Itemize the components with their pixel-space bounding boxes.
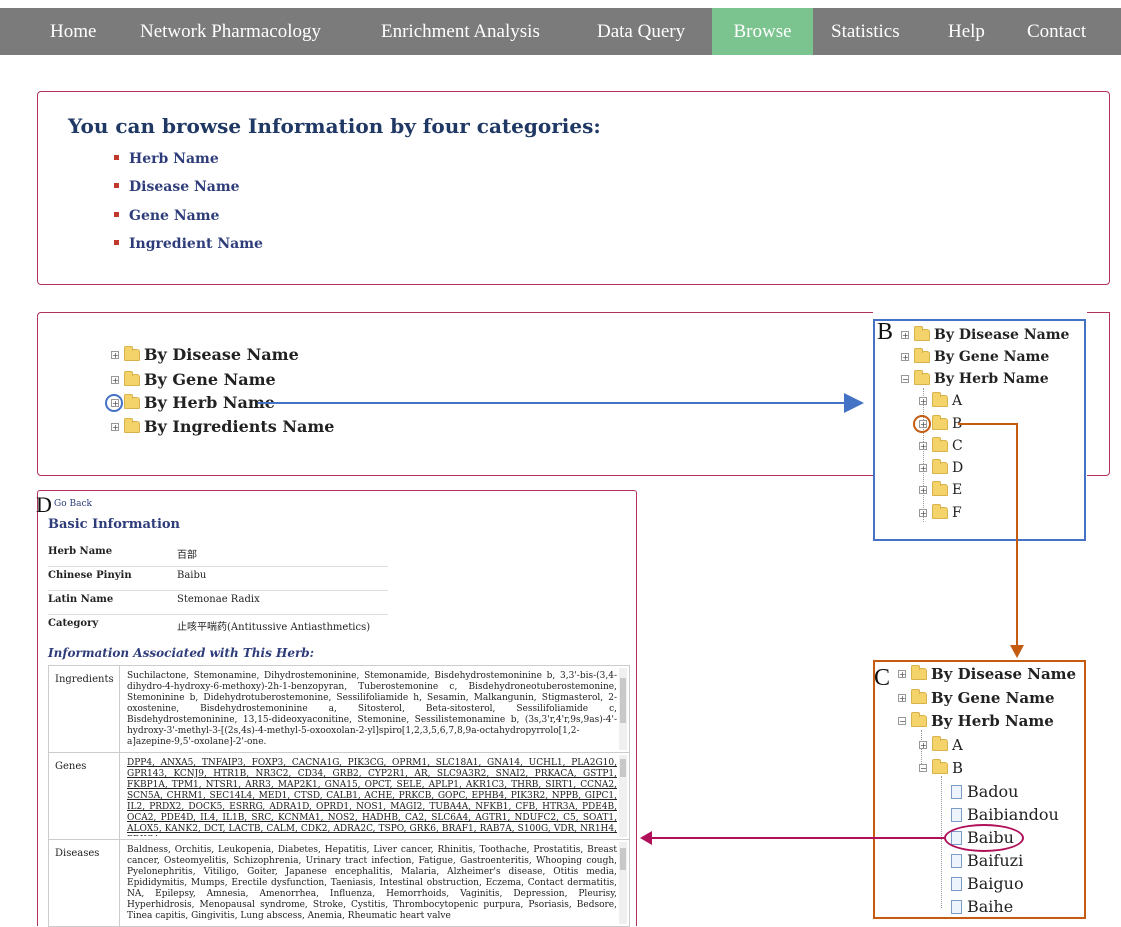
- scrollbar[interactable]: [619, 755, 627, 837]
- field-row-herb-name: Herb Name 百部: [48, 542, 388, 567]
- basic-info-title: Basic Information: [48, 517, 180, 532]
- field-row-category: Category 止咳平喘药(Antitussive Antiasthmetic…: [48, 614, 388, 638]
- assoc-row-ingredients: Ingredients Suchilactone, Stemonamine, D…: [49, 666, 629, 753]
- field-key: Category: [48, 618, 99, 629]
- field-value: 百部: [177, 550, 197, 561]
- assoc-row-diseases: Diseases Baldness, Orchitis, Leukopenia,…: [49, 840, 629, 926]
- assoc-title: Information Associated with This Herb:: [48, 646, 315, 660]
- scrollbar-thumb[interactable]: [620, 848, 626, 870]
- assoc-key: Genes: [55, 761, 87, 772]
- scrollbar-thumb[interactable]: [620, 759, 626, 777]
- assoc-value: Baldness, Orchitis, Leukopenia, Diabetes…: [127, 845, 617, 921]
- field-value: 止咳平喘药(Antitussive Antiasthmetics): [177, 622, 371, 633]
- arrow-orange-head: [1010, 645, 1024, 658]
- arrow-orange: [958, 423, 1018, 650]
- field-key: Chinese Pinyin: [48, 570, 132, 581]
- field-value: Stemonae Radix: [177, 594, 260, 605]
- panel-letter-d: D: [36, 492, 52, 517]
- assoc-table: Ingredients Suchilactone, Stemonamine, D…: [48, 665, 630, 927]
- field-value: Baibu: [177, 570, 207, 581]
- scrollbar[interactable]: [619, 842, 627, 924]
- assoc-row-genes: Genes DPP4, ANXA5, TNFAIP3, FOXP3, CACNA…: [49, 753, 629, 840]
- arrow-magenta-head: [640, 831, 652, 845]
- panel-d-herb-detail: D Go Back Basic Information Herb Name 百部…: [36, 490, 637, 927]
- assoc-value[interactable]: DPP4, ANXA5, TNFAIP3, FOXP3, CACNA1G, PI…: [127, 758, 617, 836]
- field-row-pinyin: Chinese Pinyin Baibu: [48, 566, 388, 591]
- scrollbar[interactable]: [619, 668, 627, 750]
- scrollbar-thumb[interactable]: [620, 678, 626, 723]
- assoc-value: Suchilactone, Stemonamine, Dihydrostemon…: [127, 671, 617, 747]
- field-key: Latin Name: [48, 594, 114, 605]
- field-key: Herb Name: [48, 546, 113, 557]
- assoc-key: Diseases: [55, 848, 100, 859]
- go-back-link[interactable]: Go Back: [54, 499, 92, 509]
- field-row-latin-name: Latin Name Stemonae Radix: [48, 590, 388, 615]
- assoc-key: Ingredients: [55, 674, 114, 685]
